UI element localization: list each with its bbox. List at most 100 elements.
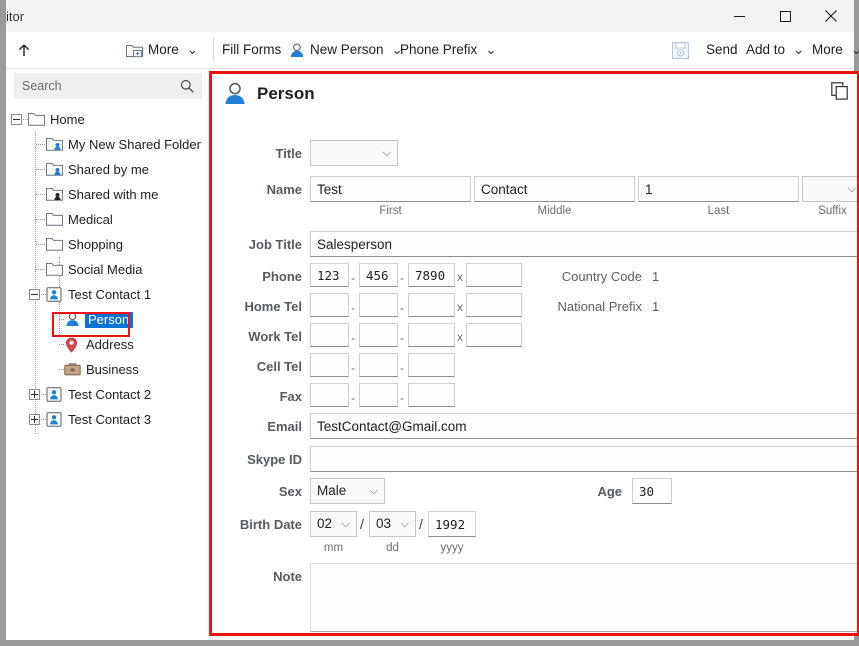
phone-part3-input[interactable]: 7890 (408, 263, 455, 287)
new-folder-more-label: More (148, 42, 179, 58)
tree-item-test-contact-1[interactable]: Test Contact 1 (6, 282, 204, 307)
expand-toggle-icon[interactable] (29, 389, 40, 400)
fill-forms-button[interactable]: Fill Forms (222, 32, 281, 68)
name-first-input[interactable]: Test (310, 176, 471, 202)
tree-item-person[interactable]: Person (6, 307, 204, 332)
search-icon[interactable] (180, 79, 194, 93)
tree-item-home[interactable]: Home (6, 107, 204, 132)
chevron-down-icon: ⌄ (485, 42, 497, 57)
field-label-phone: Phone (262, 269, 302, 284)
add-to-button[interactable]: Add to ⌄ (746, 32, 804, 68)
phone-part2-input[interactable]: 456 (359, 263, 398, 287)
tree-item-shopping[interactable]: Shopping (6, 232, 204, 257)
tree-item-test-contact-3[interactable]: Test Contact 3 (6, 407, 204, 432)
expand-toggle-icon[interactable] (29, 414, 40, 425)
new-person-button[interactable]: New Person ⌄ (289, 32, 403, 68)
cell-tel-part3-input[interactable] (408, 353, 455, 377)
sex-select[interactable]: Male ⌵ (310, 478, 385, 504)
folder-icon (46, 237, 64, 253)
age-input[interactable]: 30 (632, 478, 672, 504)
name-middle-input[interactable]: Contact (474, 176, 635, 202)
name-last-input[interactable]: 1 (638, 176, 799, 202)
fax-part2-input[interactable] (359, 383, 398, 407)
phone-prefix-button[interactable]: Phone Prefix ⌄ (400, 32, 497, 68)
tree-item-label: Shared with me (68, 187, 159, 202)
name-first-value: Test (317, 181, 342, 197)
search-input[interactable]: Search (14, 73, 202, 99)
cell-tel-dash-2: - (400, 361, 404, 375)
country-code-value: 1 (652, 269, 660, 284)
save-button[interactable] (672, 32, 689, 68)
cell-tel-part2-input[interactable] (359, 353, 398, 377)
work-tel-ext-marker: x (457, 330, 463, 344)
more-right-button[interactable]: More ⌄ (812, 32, 859, 68)
field-label-sex: Sex (278, 484, 302, 499)
chevron-down-icon: ⌵ (847, 182, 856, 195)
birth-day-select[interactable]: 03 ⌵ (369, 511, 416, 537)
fax-part3-input[interactable] (408, 383, 455, 407)
work-tel-ext-input[interactable] (466, 323, 522, 347)
collapse-toggle-icon[interactable] (29, 289, 40, 300)
birth-month-select[interactable]: 02 ⌵ (310, 511, 357, 537)
title-select[interactable]: ⌵ (310, 140, 398, 166)
minimize-icon (733, 15, 745, 17)
note-textarea[interactable] (310, 563, 857, 632)
send-button[interactable]: Send (706, 32, 738, 68)
up-button[interactable] (16, 32, 32, 68)
email-value: TestContact@Gmail.com (317, 418, 467, 434)
job-title-value: Salesperson (317, 236, 393, 252)
work-tel-part1-input[interactable] (310, 323, 349, 347)
tree-item-medical[interactable]: Medical (6, 207, 204, 232)
window-title: itor (6, 9, 25, 24)
phone-ext-marker: x (457, 270, 463, 284)
email-input[interactable]: TestContact@Gmail.com (310, 413, 857, 439)
work-tel-dash-2: - (400, 331, 404, 345)
tree-item-address[interactable]: Address (6, 332, 204, 357)
work-tel-part2-input[interactable] (359, 323, 398, 347)
tree-item-shared-by-me[interactable]: Shared by me (6, 157, 204, 182)
fax-part1-input[interactable] (310, 383, 349, 407)
home-tel-part3-input[interactable] (408, 293, 455, 317)
tree-item-my-new-shared-folder[interactable]: My New Shared Folder (6, 132, 204, 157)
tree-item-business[interactable]: Business (6, 357, 204, 382)
collapse-toggle-icon[interactable] (11, 114, 22, 125)
skype-input[interactable] (310, 446, 857, 472)
contact-card-icon (46, 386, 64, 403)
home-tel-part2-input[interactable] (359, 293, 398, 317)
new-folder-icon (126, 44, 143, 57)
add-to-label: Add to (746, 42, 786, 58)
form-header: Person (222, 82, 315, 106)
tree-item-social-media[interactable]: Social Media (6, 257, 204, 282)
work-tel-part3-input[interactable] (408, 323, 455, 347)
tree-item-label: Test Contact 1 (68, 287, 152, 302)
tree-item-label: Social Media (68, 262, 143, 277)
name-suffix-select[interactable]: ⌵ (802, 176, 857, 202)
job-title-input[interactable]: Salesperson (310, 231, 857, 257)
window-client-area: itor More ⌄ Fill Forms New Person ⌄ Phon… (6, 0, 859, 640)
map-pin-icon (64, 337, 82, 353)
sublabel-first: First (379, 205, 402, 217)
chevron-down-icon: ⌵ (369, 484, 378, 497)
close-button[interactable] (808, 0, 854, 32)
minimize-button[interactable] (716, 0, 762, 32)
tree-item-shared-with-me[interactable]: Shared with me (6, 182, 204, 207)
toolbar: More ⌄ Fill Forms New Person ⌄ Phone Pre… (6, 32, 859, 69)
shared-folder-icon (46, 162, 64, 178)
search-placeholder: Search (22, 79, 62, 93)
chevron-down-icon: ⌵ (341, 517, 350, 530)
maximize-button[interactable] (762, 0, 808, 32)
copy-icon[interactable] (831, 82, 849, 100)
age-value: 30 (639, 483, 655, 499)
navigation-pane: Search Home My New Shared Folder Shared … (6, 69, 204, 640)
new-person-label: New Person (310, 42, 384, 58)
sex-select-value: Male (317, 483, 347, 499)
home-tel-part1-input[interactable] (310, 293, 349, 317)
cell-tel-part1-input[interactable] (310, 353, 349, 377)
tree-guide-line (36, 169, 45, 170)
phone-part1-input[interactable]: 123 (310, 263, 349, 287)
tree-item-test-contact-2[interactable]: Test Contact 2 (6, 382, 204, 407)
country-code-label: Country Code (561, 269, 642, 284)
phone-prefix-label: Phone Prefix (400, 42, 478, 58)
birth-year-input[interactable]: 1992 (428, 511, 476, 537)
new-folder-more-button[interactable]: More ⌄ (126, 32, 198, 68)
